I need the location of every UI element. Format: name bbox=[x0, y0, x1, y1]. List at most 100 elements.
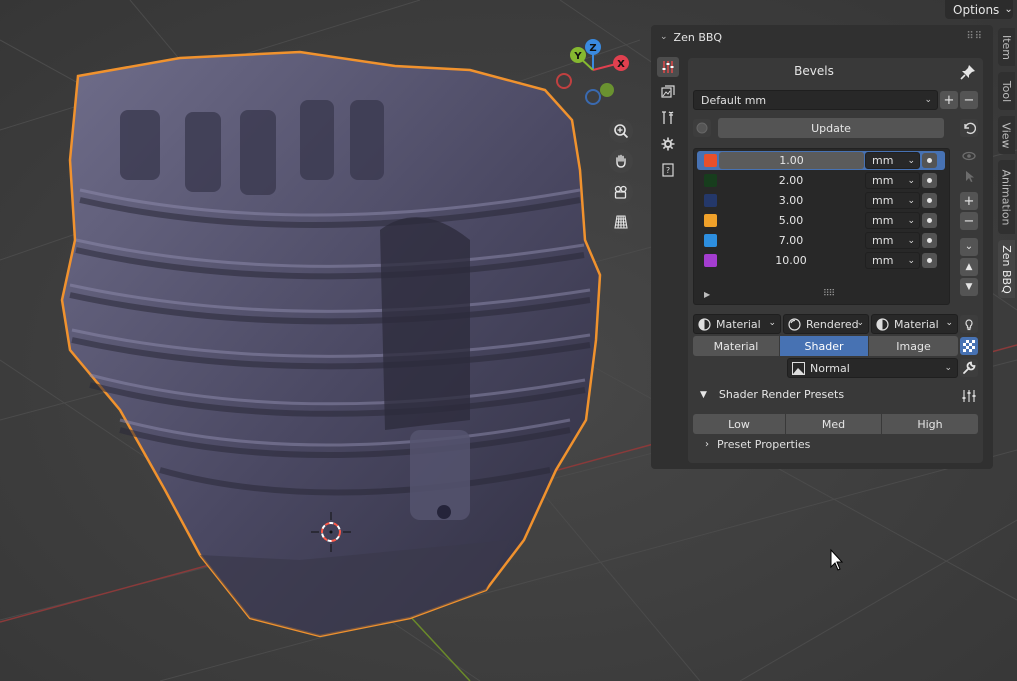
bevel-color-swatch[interactable] bbox=[704, 194, 717, 207]
list-specials-button[interactable]: ⌄ bbox=[960, 238, 978, 256]
bevels-category-button[interactable] bbox=[657, 57, 679, 77]
perspective-toggle-button[interactable] bbox=[609, 210, 633, 234]
rendered-sphere-icon bbox=[788, 318, 801, 331]
bevel-row[interactable]: 10.00 mm ⌄ bbox=[697, 251, 947, 270]
shading-dropdown-right[interactable]: Material ⌄ bbox=[871, 314, 958, 334]
checker-toggle-button[interactable] bbox=[960, 337, 978, 355]
bevel-color-swatch[interactable] bbox=[704, 154, 717, 167]
preset-med-button[interactable]: Med bbox=[786, 414, 881, 434]
bevel-unit-dropdown[interactable]: mm ⌄ bbox=[865, 252, 920, 269]
options-button[interactable]: Options ⌄ bbox=[945, 0, 1013, 19]
help-category-button[interactable]: ? bbox=[657, 160, 679, 180]
chevron-down-icon: ⌄ bbox=[945, 318, 953, 328]
chevron-down-icon: ⌄ bbox=[907, 236, 915, 246]
pan-button[interactable] bbox=[609, 149, 633, 173]
render-presets-header[interactable]: ▼ Shader Render Presets bbox=[700, 388, 844, 401]
preset-low-button[interactable]: Low bbox=[693, 414, 785, 434]
gear-icon bbox=[661, 137, 675, 151]
bevel-unit-dropdown[interactable]: mm ⌄ bbox=[865, 172, 920, 189]
bevel-unit-dropdown[interactable]: mm ⌄ bbox=[865, 232, 920, 249]
tab-animation[interactable]: Animation bbox=[998, 160, 1015, 234]
shading-dropdown-left[interactable]: Material ⌄ bbox=[693, 314, 781, 334]
bevel-apply-button[interactable] bbox=[922, 253, 937, 268]
shading-dropdown-mid[interactable]: Rendered ⌄ bbox=[783, 314, 869, 334]
chevron-down-icon: ⌄ bbox=[944, 363, 952, 373]
bevel-apply-button[interactable] bbox=[922, 153, 937, 168]
preset-properties-header[interactable]: › Preset Properties bbox=[705, 438, 810, 451]
triangle-up-icon: ▲ bbox=[965, 261, 973, 272]
bevel-width-field[interactable]: 1.00 bbox=[719, 152, 864, 169]
normal-settings-button[interactable] bbox=[960, 359, 978, 377]
bevel-width-field[interactable]: 7.00 bbox=[721, 232, 861, 249]
add-preset-button[interactable]: + bbox=[940, 91, 958, 109]
tab-material[interactable]: Material bbox=[693, 336, 779, 356]
move-up-button[interactable]: ▲ bbox=[960, 258, 978, 276]
settings-category-button[interactable] bbox=[657, 134, 679, 154]
remove-bevel-button[interactable]: − bbox=[960, 212, 978, 230]
update-button[interactable]: Update bbox=[718, 118, 944, 138]
preset-dropdown[interactable]: Default mm ⌄ bbox=[693, 90, 938, 110]
undo-icon bbox=[964, 122, 976, 135]
bevel-unit-dropdown[interactable]: mm ⌄ bbox=[865, 212, 920, 229]
bevel-apply-button[interactable] bbox=[922, 213, 937, 228]
tab-view[interactable]: View bbox=[998, 116, 1015, 154]
bevel-row[interactable]: 5.00 mm ⌄ bbox=[697, 211, 947, 230]
bevel-row[interactable]: 2.00 mm ⌄ bbox=[697, 171, 947, 190]
reset-button[interactable] bbox=[960, 119, 978, 137]
light-toggle-button[interactable] bbox=[960, 315, 978, 333]
chevron-down-icon: ⌄ bbox=[924, 95, 932, 105]
bevel-width-field[interactable]: 5.00 bbox=[721, 212, 861, 229]
gizmo-y-label: Y bbox=[573, 51, 582, 62]
move-down-button[interactable]: ▼ bbox=[960, 278, 978, 296]
preset-sliders-icon[interactable] bbox=[961, 388, 977, 404]
normal-map-dropdown[interactable]: Normal ⌄ bbox=[787, 358, 958, 378]
render-presets-title: Shader Render Presets bbox=[718, 388, 845, 401]
bevel-row[interactable]: 3.00 mm ⌄ bbox=[697, 191, 947, 210]
chevron-down-icon: ⌄ bbox=[964, 241, 974, 252]
bevel-width-field[interactable]: 10.00 bbox=[721, 252, 861, 269]
remove-preset-button[interactable]: − bbox=[960, 91, 978, 109]
tab-image[interactable]: Image bbox=[869, 336, 958, 356]
bevel-row[interactable]: 7.00 mm ⌄ bbox=[697, 231, 947, 250]
select-cursor-icon[interactable] bbox=[960, 167, 978, 185]
grid-icon bbox=[614, 215, 628, 229]
bevel-unit-dropdown[interactable]: mm ⌄ bbox=[865, 152, 920, 169]
bevel-color-swatch[interactable] bbox=[704, 214, 717, 227]
panel-header[interactable]: ⌄ Zen BBQ bbox=[651, 25, 993, 49]
minus-icon: − bbox=[963, 213, 975, 229]
images-category-button[interactable] bbox=[657, 82, 679, 102]
bevel-width-field[interactable]: 3.00 bbox=[721, 192, 861, 209]
visibility-icon[interactable] bbox=[960, 147, 978, 165]
bevel-color-swatch[interactable] bbox=[704, 174, 717, 187]
bevel-color-swatch[interactable] bbox=[704, 234, 717, 247]
pin-icon[interactable] bbox=[960, 64, 976, 80]
tab-zen-bbq[interactable]: Zen BBQ bbox=[998, 240, 1015, 298]
bevel-apply-button[interactable] bbox=[922, 193, 937, 208]
zoom-in-icon bbox=[614, 124, 629, 139]
camera-view-button[interactable] bbox=[609, 180, 633, 204]
bevel-apply-button[interactable] bbox=[922, 233, 937, 248]
chevron-down-icon: ⌄ bbox=[907, 216, 915, 226]
bevel-width-field[interactable]: 2.00 bbox=[721, 172, 861, 189]
zoom-button[interactable] bbox=[609, 119, 633, 143]
bevel-color-swatch[interactable] bbox=[704, 254, 717, 267]
add-bevel-button[interactable]: + bbox=[960, 192, 978, 210]
tab-shader[interactable]: Shader bbox=[780, 336, 868, 356]
bevel-row[interactable]: 1.00 mm ⌄ bbox=[697, 151, 947, 170]
list-resize-handle-icon[interactable]: ⠿⠿ bbox=[823, 289, 835, 299]
tab-item[interactable]: Item bbox=[998, 28, 1015, 66]
svg-text:?: ? bbox=[666, 166, 670, 175]
plus-icon: + bbox=[963, 193, 975, 209]
tab-tool[interactable]: Tool bbox=[998, 72, 1015, 110]
bevel-unit-dropdown[interactable]: mm ⌄ bbox=[865, 192, 920, 209]
preset-high-button[interactable]: High bbox=[882, 414, 978, 434]
list-expand-icon[interactable]: ▶ bbox=[704, 290, 710, 299]
tools-category-button[interactable] bbox=[657, 108, 679, 128]
help-book-icon: ? bbox=[662, 163, 674, 177]
triangle-down-icon: ▼ bbox=[965, 281, 973, 292]
lightbulb-icon bbox=[965, 319, 973, 331]
bevel-apply-button[interactable] bbox=[922, 173, 937, 188]
plus-icon: + bbox=[943, 92, 955, 108]
drag-handle-icon[interactable]: ⠿⠿ bbox=[966, 31, 983, 42]
sphere-toggle-button[interactable] bbox=[693, 119, 711, 137]
